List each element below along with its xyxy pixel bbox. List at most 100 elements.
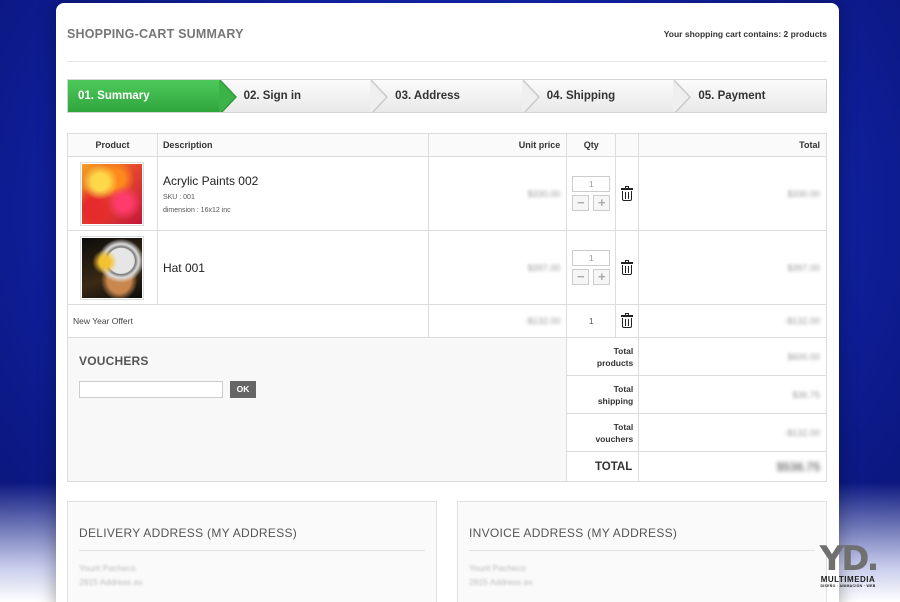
total-vouchers-label: Total vouchers xyxy=(566,413,640,452)
product-attribute: dimension : 16x12 inc xyxy=(162,206,231,214)
table-row: Acrylic Paints 002 SKU : 001 dimension :… xyxy=(67,156,827,231)
vouchers-panel: VOUCHERS OK xyxy=(66,337,568,482)
grand-total-cell: $536.75 xyxy=(638,451,827,482)
step-sign-in[interactable]: 02. Sign in xyxy=(220,80,389,112)
voucher-form: OK xyxy=(79,381,555,398)
qty-cell: 1 − + xyxy=(566,230,617,305)
increase-qty-button[interactable]: + xyxy=(593,195,611,211)
total-shipping-value: $36.75 xyxy=(792,389,820,400)
total-vouchers-value: -$132.00 xyxy=(784,427,820,438)
total-products-value: $600.00 xyxy=(787,351,820,362)
checkout-steps: 01. Summary 02. Sign in 03. Address 04. … xyxy=(67,79,827,113)
table-row: Hat 001 $397.00 1 − + $397.00 xyxy=(67,230,827,305)
product-thumbnail[interactable] xyxy=(80,235,145,300)
grand-total-value: $536.75 xyxy=(776,459,820,474)
voucher-total: -$132.00 xyxy=(784,316,820,326)
step-shipping[interactable]: 04. Shipping xyxy=(523,80,692,112)
quantity-stepper: 1 − + xyxy=(572,250,611,285)
step-label: 01. Summary xyxy=(78,90,150,102)
product-sku: SKU : 001 xyxy=(162,193,195,201)
unit-price: $397.00 xyxy=(527,262,561,273)
total-shipping-cell: $36.75 xyxy=(638,375,827,414)
product-name-link[interactable]: Acrylic Paints 002 xyxy=(163,174,428,188)
trash-icon[interactable] xyxy=(621,313,634,328)
product-image-cell xyxy=(67,230,158,305)
quantity-input[interactable]: 1 xyxy=(572,176,611,192)
product-description: Acrylic Paints 002 SKU : 001 dimension :… xyxy=(156,156,429,231)
delete-cell xyxy=(615,304,640,338)
quantity-stepper: 1 − + xyxy=(572,176,611,211)
unit-price-cell: $397.00 xyxy=(427,230,568,305)
voucher-qty: 1 xyxy=(566,304,617,338)
decrease-qty-button[interactable]: − xyxy=(572,195,590,211)
logo-tagline: DISEÑO · ANIMACIÓN · WEB xyxy=(820,584,876,588)
increase-qty-button[interactable]: + xyxy=(593,269,611,285)
line-total-cell: $330.00 xyxy=(638,156,827,231)
trash-icon[interactable] xyxy=(621,259,634,275)
step-summary[interactable]: 01. Summary xyxy=(68,80,237,112)
step-payment[interactable]: 05. Payment xyxy=(674,80,826,112)
trash-icon[interactable] xyxy=(621,185,634,201)
product-thumbnail[interactable] xyxy=(80,161,145,226)
step-arrow xyxy=(521,80,540,112)
voucher-ok-button[interactable]: OK xyxy=(230,381,256,398)
voucher-price-cell: -$132.00 xyxy=(427,304,568,338)
voucher-name: New Year Offert xyxy=(67,304,429,338)
col-qty: Qty xyxy=(566,133,617,157)
header-divider xyxy=(67,61,827,62)
step-arrow xyxy=(218,80,237,112)
total-shipping-label: Total shipping xyxy=(566,375,640,414)
col-total: Total xyxy=(638,133,827,157)
vouchers-title: VOUCHERS xyxy=(79,354,149,368)
address-divider xyxy=(79,550,425,551)
decrease-qty-button[interactable]: − xyxy=(572,269,590,285)
total-products-label: Total products xyxy=(566,337,640,376)
logo-mark: YD. xyxy=(819,539,880,579)
product-image-cell xyxy=(67,156,158,231)
unit-price-cell: $330.00 xyxy=(427,156,568,231)
qty-cell: 1 − + xyxy=(566,156,617,231)
invoice-address-details: Yourit Pacheco 2815 Address av. xyxy=(469,563,535,587)
cart-table: Product Description Unit price Qty Total… xyxy=(66,133,827,482)
line-total: $397.00 xyxy=(787,262,820,273)
delete-cell xyxy=(615,156,640,231)
invoice-address-box: INVOICE ADDRESS (MY ADDRESS) Yourit Pach… xyxy=(457,501,827,602)
step-label: 05. Payment xyxy=(698,90,766,102)
delivery-address-title: DELIVERY ADDRESS (MY ADDRESS) xyxy=(79,526,298,540)
delivery-address-box: DELIVERY ADDRESS (MY ADDRESS) Yourit Pac… xyxy=(67,501,437,602)
unit-price: $330.00 xyxy=(527,188,561,199)
acrylic-paint-image xyxy=(82,163,143,224)
voucher-row: New Year Offert -$132.00 1 -$132.00 xyxy=(67,304,827,338)
step-arrow xyxy=(673,80,692,112)
voucher-code-input[interactable] xyxy=(79,381,223,398)
line-total: $330.00 xyxy=(787,188,820,199)
product-name-link[interactable]: Hat 001 xyxy=(163,261,428,275)
col-delete xyxy=(615,133,640,157)
step-label: 03. Address xyxy=(395,90,460,102)
col-unit-price: Unit price xyxy=(427,133,568,157)
delivery-address-details: Yourit Pacheco 2815 Address av. xyxy=(79,563,145,587)
address-divider xyxy=(469,550,815,551)
col-product: Product xyxy=(67,133,158,157)
cart-count: Your shopping cart contains: 2 products xyxy=(663,29,827,39)
quantity-input[interactable]: 1 xyxy=(572,250,611,266)
table-header-row: Product Description Unit price Qty Total xyxy=(67,133,827,157)
grand-total-label: TOTAL xyxy=(566,451,640,482)
product-description: Hat 001 xyxy=(156,230,429,305)
step-label: 04. Shipping xyxy=(546,90,616,102)
step-address[interactable]: 03. Address xyxy=(371,80,540,112)
hat-image xyxy=(82,237,143,298)
totals-row-products: VOUCHERS OK Total products $600.00 xyxy=(66,337,827,482)
col-description: Description xyxy=(156,133,429,157)
page-title: SHOPPING-CART SUMMARY xyxy=(67,27,244,41)
step-arrow xyxy=(370,80,389,112)
step-label: 02. Sign in xyxy=(243,90,302,102)
cart-page: SHOPPING-CART SUMMARY Your shopping cart… xyxy=(56,3,839,602)
delete-cell xyxy=(615,230,640,305)
total-vouchers-cell: -$132.00 xyxy=(638,413,827,452)
voucher-total-cell: -$132.00 xyxy=(638,304,827,338)
line-total-cell: $397.00 xyxy=(638,230,827,305)
logo-name: MULTIMEDIA xyxy=(820,575,876,584)
invoice-address-title: INVOICE ADDRESS (MY ADDRESS) xyxy=(469,526,678,540)
voucher-price: -$132.00 xyxy=(524,316,561,326)
